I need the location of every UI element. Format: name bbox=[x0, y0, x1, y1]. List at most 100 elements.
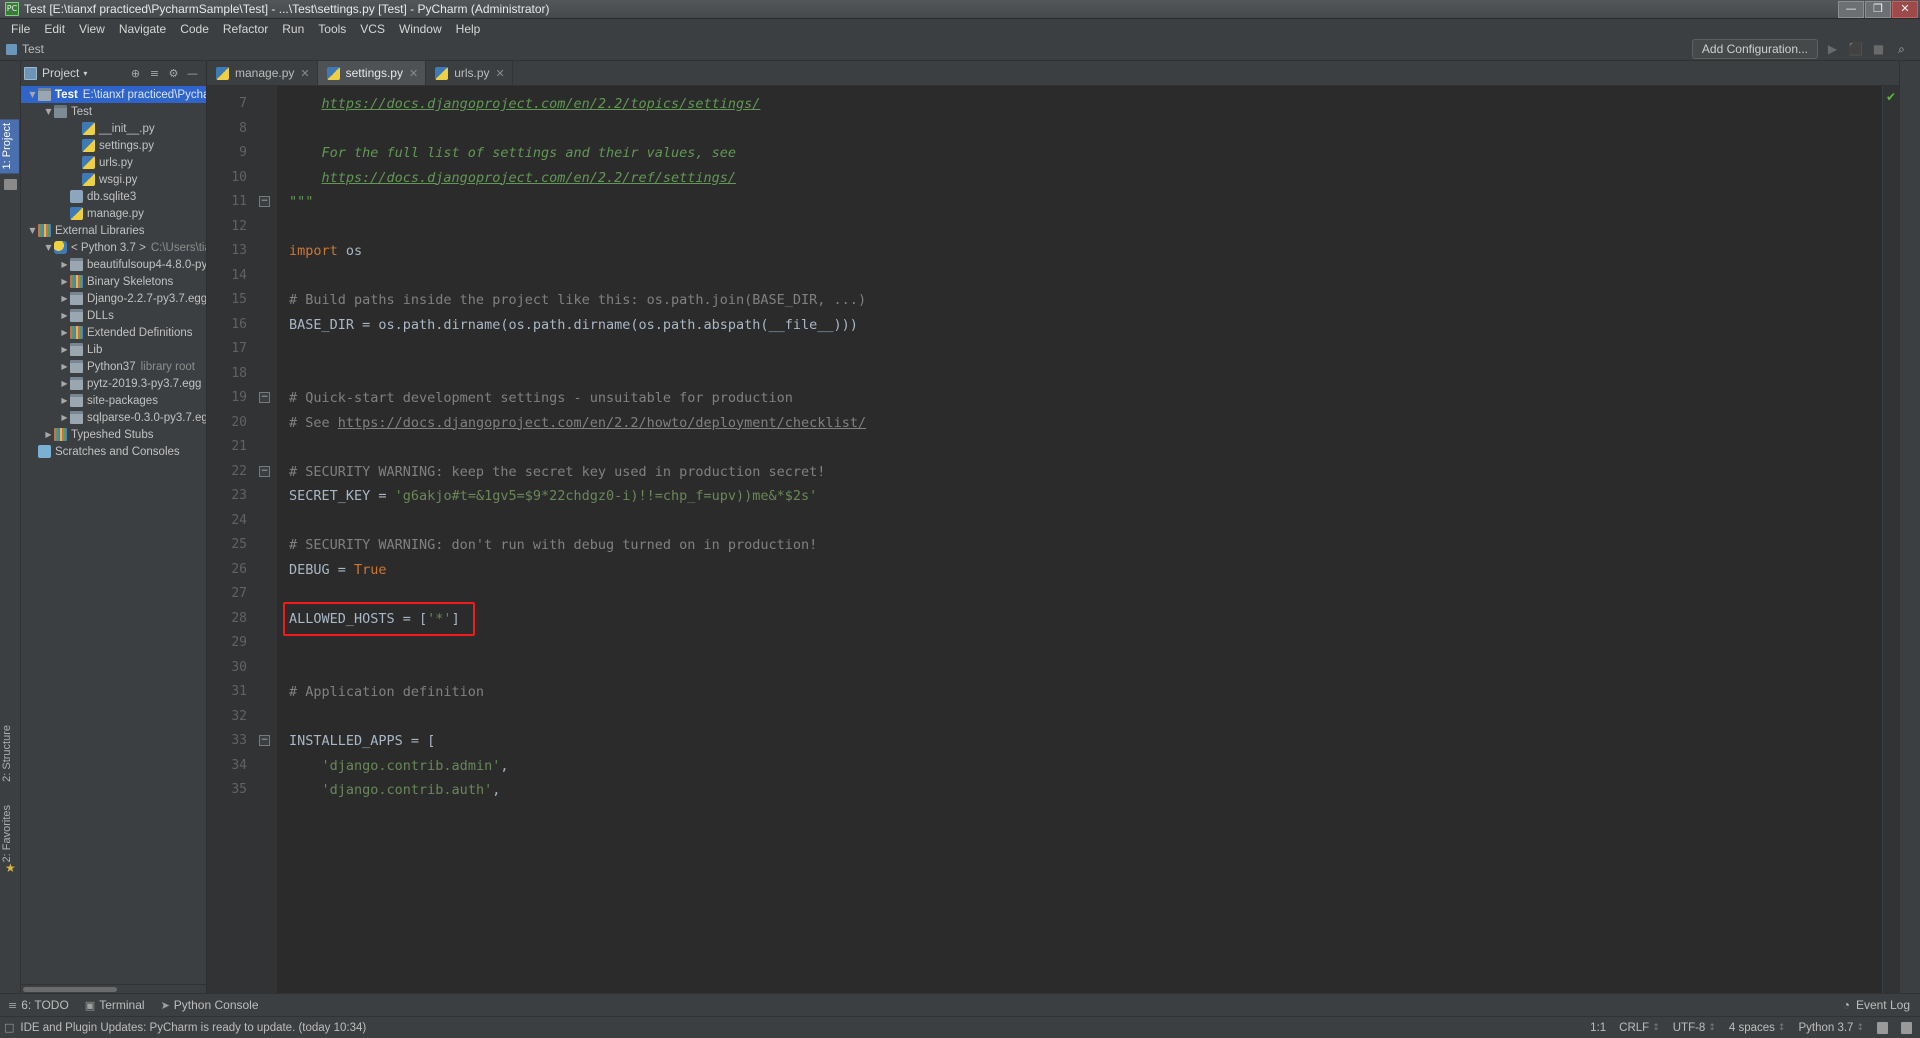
code-line[interactable]: For the full list of settings and their … bbox=[277, 141, 1883, 166]
expand-arrow-icon[interactable]: ▶ bbox=[59, 328, 70, 337]
code-line[interactable]: """ bbox=[277, 190, 1883, 215]
code-line[interactable]: https://docs.djangoproject.com/en/2.2/to… bbox=[277, 92, 1883, 117]
run-icon[interactable]: ▶ bbox=[1824, 41, 1841, 58]
menu-view[interactable]: View bbox=[72, 21, 112, 37]
close-icon[interactable]: ✕ bbox=[496, 67, 505, 80]
expand-arrow-icon[interactable]: ▶ bbox=[59, 396, 70, 405]
code-line[interactable] bbox=[277, 264, 1883, 289]
sidebar-tab-project[interactable]: 1: Project bbox=[0, 119, 19, 174]
expand-arrow-icon[interactable]: ▶ bbox=[59, 362, 70, 371]
tree-item[interactable]: wsgi.py bbox=[21, 171, 206, 188]
menu-tools[interactable]: Tools bbox=[311, 21, 353, 37]
tree-item[interactable]: ▶ pytz-2019.3-py3.7.egg bbox=[21, 375, 206, 392]
tree-item[interactable]: ▶ beautifulsoup4-4.8.0-py3.7 bbox=[21, 256, 206, 273]
tree-item[interactable]: ▶ Django-2.2.7-py3.7.egg bbox=[21, 290, 206, 307]
tool-window-todo[interactable]: ≡ 6: TODO bbox=[3, 996, 78, 1014]
project-horizontal-scrollbar[interactable] bbox=[21, 984, 206, 993]
code-line[interactable]: # Application definition bbox=[277, 680, 1883, 705]
collapse-arrow-icon[interactable]: ▼ bbox=[43, 243, 54, 252]
code-line[interactable] bbox=[277, 117, 1883, 142]
tree-item[interactable]: ▼ Test bbox=[21, 103, 206, 120]
expand-arrow-icon[interactable]: ▶ bbox=[59, 311, 70, 320]
menu-window[interactable]: Window bbox=[392, 21, 449, 37]
expand-arrow-icon[interactable]: ▶ bbox=[59, 345, 70, 354]
tree-item[interactable]: ▶ Lib bbox=[21, 341, 206, 358]
hide-panel-icon[interactable]: — bbox=[184, 65, 201, 82]
tool-window-terminal[interactable]: ▣ Terminal bbox=[80, 996, 154, 1014]
search-icon[interactable]: ⌕ bbox=[1893, 41, 1910, 58]
code-line[interactable]: 'django.contrib.auth', bbox=[277, 778, 1883, 803]
debug-icon[interactable]: ⬛ bbox=[1847, 41, 1864, 58]
tree-item[interactable]: settings.py bbox=[21, 137, 206, 154]
chevron-down-icon[interactable]: ▾ bbox=[83, 69, 87, 78]
code-line[interactable]: SECRET_KEY = 'g6akjo#t=&1gv5=$9*22chdgz0… bbox=[277, 484, 1883, 509]
code-editor[interactable]: https://docs.djangoproject.com/en/2.2/to… bbox=[277, 86, 1883, 993]
status-message[interactable]: IDE and Plugin Updates: PyCharm is ready… bbox=[20, 1022, 366, 1034]
tree-item[interactable]: ▼ External Libraries bbox=[21, 222, 206, 239]
python-interpreter[interactable]: Python 3.7 ↕ bbox=[1798, 1022, 1864, 1034]
tree-item[interactable]: urls.py bbox=[21, 154, 206, 171]
stop-icon[interactable]: ■ bbox=[1870, 41, 1887, 58]
code-line[interactable]: import os bbox=[277, 239, 1883, 264]
event-log-group[interactable]: ◔ Event Log bbox=[1843, 998, 1920, 1012]
code-line[interactable]: # See https://docs.djangoproject.com/en/… bbox=[277, 411, 1883, 436]
expand-arrow-icon[interactable]: ▶ bbox=[59, 413, 70, 422]
code-fold-icon[interactable]: − bbox=[259, 392, 270, 403]
code-line[interactable] bbox=[277, 656, 1883, 681]
collapse-all-icon[interactable]: ≡ bbox=[146, 65, 163, 82]
tree-item[interactable]: ▶ DLLs bbox=[21, 307, 206, 324]
code-line[interactable] bbox=[277, 362, 1883, 387]
locate-icon[interactable]: ⊕ bbox=[127, 65, 144, 82]
code-line[interactable]: # Build paths inside the project like th… bbox=[277, 288, 1883, 313]
tree-item[interactable]: ▶ site-packages bbox=[21, 392, 206, 409]
code-line[interactable]: INSTALLED_APPS = [ bbox=[277, 729, 1883, 754]
tree-item[interactable]: ▶ Binary Skeletons bbox=[21, 273, 206, 290]
settings-gear-icon[interactable]: ⚙ bbox=[165, 65, 182, 82]
tree-item[interactable]: ▶ Python37 library root bbox=[21, 358, 206, 375]
close-icon[interactable]: ✕ bbox=[300, 67, 309, 80]
code-fold-icon[interactable]: − bbox=[259, 465, 270, 477]
code-line[interactable]: # SECURITY WARNING: keep the secret key … bbox=[277, 460, 1883, 485]
star-icon[interactable]: ★ bbox=[5, 861, 16, 875]
close-icon[interactable]: ✕ bbox=[409, 67, 418, 80]
collapse-arrow-icon[interactable]: ▼ bbox=[43, 107, 54, 116]
code-line[interactable] bbox=[277, 705, 1883, 730]
tree-item[interactable]: Scratches and Consoles bbox=[21, 443, 206, 460]
tree-item[interactable]: manage.py bbox=[21, 205, 206, 222]
menu-help[interactable]: Help bbox=[449, 21, 488, 37]
code-line[interactable] bbox=[277, 582, 1883, 607]
expand-arrow-icon[interactable]: ▶ bbox=[59, 379, 70, 388]
lock-icon[interactable] bbox=[1877, 1021, 1888, 1034]
code-line[interactable] bbox=[277, 215, 1883, 240]
editor-tab-urls-py[interactable]: urls.py ✕ bbox=[426, 61, 513, 85]
code-line[interactable] bbox=[277, 435, 1883, 460]
breadcrumb[interactable]: Test bbox=[22, 42, 44, 56]
add-configuration-button[interactable]: Add Configuration... bbox=[1691, 39, 1818, 59]
minimize-button[interactable]: — bbox=[1838, 0, 1864, 18]
maximize-button[interactable]: ❐ bbox=[1865, 0, 1891, 18]
tree-item[interactable]: ▼ Test E:\tianxf practiced\Pycharm bbox=[21, 86, 206, 103]
encoding[interactable]: UTF-8 ↕ bbox=[1673, 1022, 1716, 1034]
code-line[interactable]: DEBUG = True bbox=[277, 558, 1883, 583]
expand-arrow-icon[interactable]: ▶ bbox=[43, 430, 54, 439]
code-line[interactable] bbox=[277, 337, 1883, 362]
menu-code[interactable]: Code bbox=[173, 21, 216, 37]
tree-item[interactable]: __init__.py bbox=[21, 120, 206, 137]
inspection-rail[interactable]: ✔ bbox=[1883, 86, 1899, 993]
editor-tab-manage-py[interactable]: manage.py ✕ bbox=[207, 61, 318, 85]
expand-arrow-icon[interactable]: ▶ bbox=[59, 277, 70, 286]
editor-tab-settings-py[interactable]: settings.py ✕ bbox=[317, 61, 427, 85]
menu-edit[interactable]: Edit bbox=[37, 21, 72, 37]
indent-setting[interactable]: 4 spaces ↕ bbox=[1729, 1022, 1786, 1034]
tree-item[interactable]: ▶ sqlparse-0.3.0-py3.7.egg bbox=[21, 409, 206, 426]
menu-refactor[interactable]: Refactor bbox=[216, 21, 275, 37]
sidebar-tab-favorites[interactable]: 2: Favorites bbox=[0, 801, 19, 866]
tree-item[interactable]: ▶ Extended Definitions bbox=[21, 324, 206, 341]
tree-item[interactable]: db.sqlite3 bbox=[21, 188, 206, 205]
menu-vcs[interactable]: VCS bbox=[353, 21, 392, 37]
line-separator[interactable]: CRLF ↕ bbox=[1619, 1022, 1660, 1034]
code-line[interactable] bbox=[277, 631, 1883, 656]
tool-window-python-console[interactable]: ➤ Python Console bbox=[156, 996, 268, 1014]
close-button[interactable]: ✕ bbox=[1892, 0, 1918, 18]
code-line[interactable]: # SECURITY WARNING: don't run with debug… bbox=[277, 533, 1883, 558]
